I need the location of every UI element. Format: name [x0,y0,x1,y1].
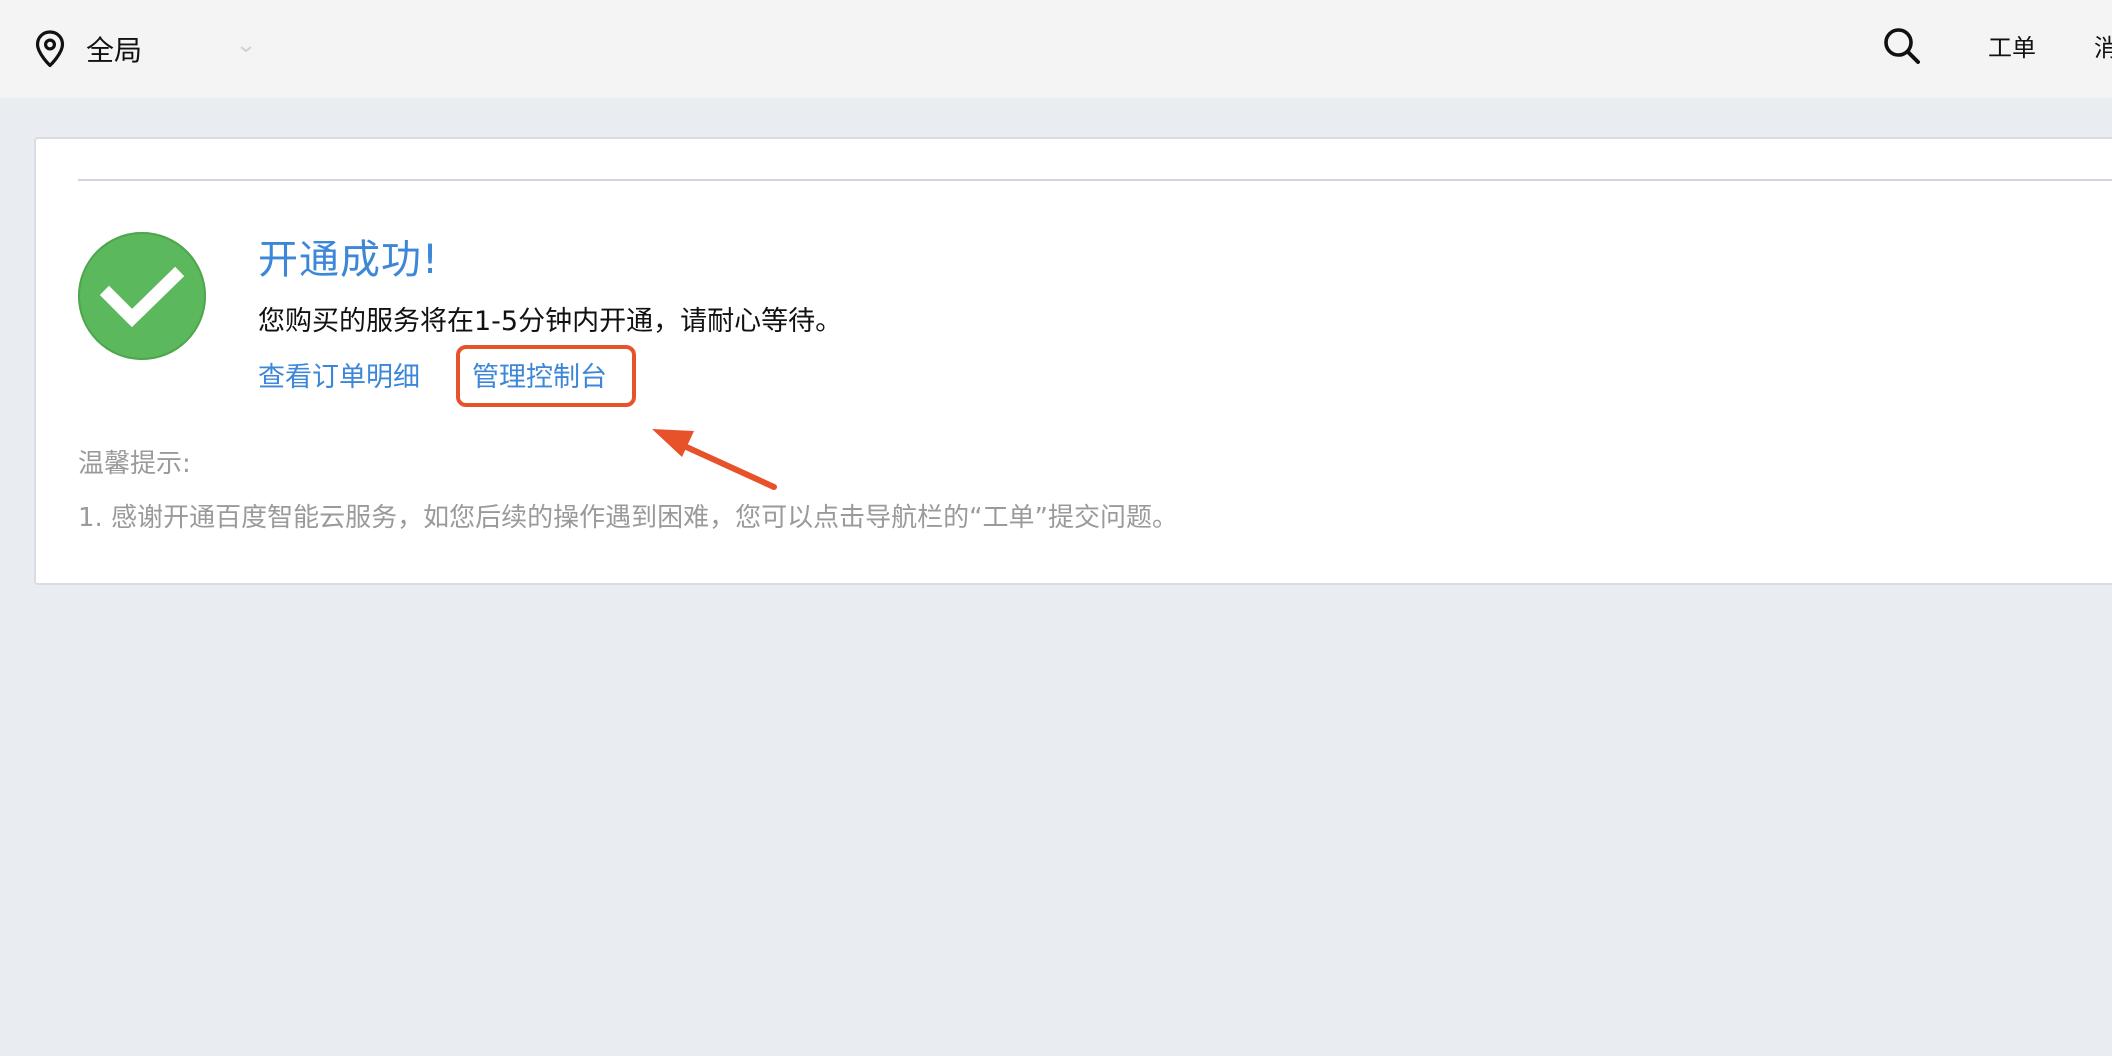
top-navigation-bar: 全局 工单 消 [0,0,2112,98]
divider [78,179,2112,181]
view-order-detail-link[interactable]: 查看订单明细 [258,355,420,394]
nav-message-link[interactable]: 消 [2094,30,2112,66]
tips-line: 1. 感谢开通百度智能云服务，如您后续的操作遇到困难，您可以点击导航栏的“工单”… [78,503,1179,533]
success-check-icon [78,232,206,360]
region-label: 全局 [86,34,143,67]
annotation-arrow-icon [652,429,777,490]
result-title: 开通成功! [258,237,440,283]
tips-title: 温馨提示: [78,449,191,479]
location-pin-icon [32,28,68,70]
search-icon [1882,26,1922,70]
nav-ticket-link[interactable]: 工单 [1988,30,2036,66]
result-card: 开通成功! 您购买的服务将在1-5分钟内开通，请耐心等待。 查看订单明细 管理控… [34,137,2112,585]
chevron-down-icon [238,41,254,57]
search-button[interactable] [1880,26,1924,70]
result-description: 您购买的服务将在1-5分钟内开通，请耐心等待。 [258,306,843,337]
region-selector[interactable]: 全局 [32,28,254,70]
management-console-link[interactable]: 管理控制台 [472,355,607,394]
